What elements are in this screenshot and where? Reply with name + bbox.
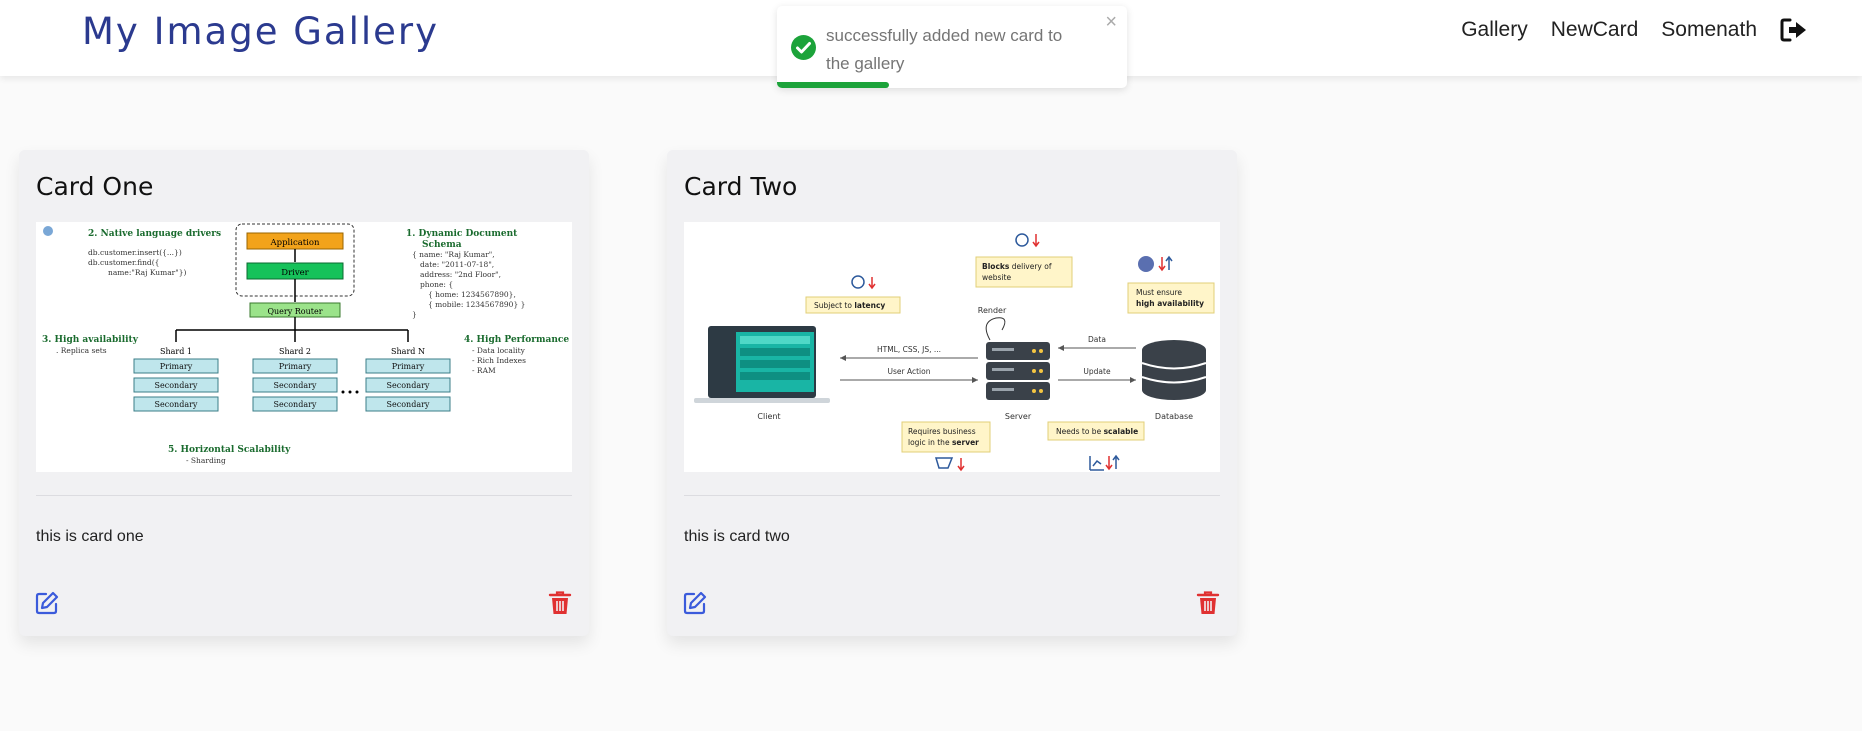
diagram-text: Application	[269, 238, 320, 248]
diagram-text: Secondary	[274, 400, 317, 409]
success-toast: successfully added new card to the galle…	[777, 6, 1127, 88]
diagram-text: Must ensure	[1136, 288, 1182, 297]
diagram-text: Schema	[422, 240, 462, 250]
diagram-text: logic in the	[908, 438, 950, 447]
diagram-text: Needs to be	[1056, 427, 1102, 436]
card-divider	[684, 495, 1220, 496]
diagram-text: HTML, CSS, JS, ...	[877, 345, 941, 354]
diagram-text: . Replica sets	[56, 346, 107, 355]
diagram-text: Secondary	[274, 381, 317, 390]
stopwatch-icon	[1015, 233, 1029, 247]
diagram-text: - Data locality	[472, 346, 526, 355]
card-divider	[36, 495, 572, 496]
diagram-text: Query Router	[267, 307, 322, 316]
arrow-down-icon	[1105, 456, 1113, 471]
diagram-text: Requires business	[908, 427, 976, 436]
diagram-text: Subject to	[814, 301, 852, 310]
card-description: this is card two	[684, 528, 790, 545]
diagram-text: { home: 1234567890},	[428, 290, 516, 299]
diagram-text: 2. Native language drivers	[88, 229, 221, 239]
svg-text:Subject to latency: Subject to latency	[814, 301, 885, 310]
diagram-text: Primary	[160, 362, 193, 371]
card-description: this is card one	[36, 528, 144, 545]
diagram-text: 3. High availability	[42, 335, 139, 345]
nav-user-link[interactable]: Somenath	[1661, 18, 1757, 42]
gallery-card: Card Two Client Render Server Database H…	[667, 150, 1237, 636]
diagram-text: high availability	[1136, 299, 1204, 308]
diagram-text: Client	[757, 412, 780, 421]
chart-icon	[1089, 456, 1104, 471]
brain-icon	[1138, 256, 1154, 272]
diagram-text: 4. High Performance	[464, 335, 569, 345]
arrow-up-icon	[1165, 255, 1173, 270]
diagram-text: db.customer.find({	[88, 258, 159, 267]
diagram-text: Secondary	[387, 381, 430, 390]
card-title: Card Two	[684, 172, 798, 201]
arrow-down-icon	[1158, 257, 1166, 272]
diagram-text: latency	[854, 301, 885, 310]
diagram-text: name:"Raj Kumar"})	[108, 268, 186, 277]
diagram-text: { mobile: 1234567890} }	[428, 300, 525, 309]
diagram-text: date: "2011-07-18",	[420, 260, 494, 269]
diagram-text: User Action	[888, 367, 931, 376]
diagram-text: Shard N	[391, 347, 425, 356]
diagram-text: Data	[1088, 335, 1106, 344]
cart-icon	[934, 457, 954, 469]
toast-close-button[interactable]: ×	[1105, 11, 1117, 34]
logo-icon	[43, 226, 53, 236]
arrow-down-icon	[957, 458, 965, 472]
diagram-text: }	[412, 310, 417, 319]
toast-progress-bar	[777, 82, 889, 88]
card-title: Card One	[36, 172, 154, 201]
svg-text:logic in the server: logic in the server	[908, 438, 979, 447]
toast-message: successfully added new card to the galle…	[826, 26, 1063, 73]
edit-icon[interactable]	[682, 590, 710, 618]
diagram-text: Update	[1083, 367, 1111, 376]
arrow-down-icon	[1032, 234, 1040, 248]
diagram-text: Server	[1005, 412, 1032, 421]
diagram-text: Database	[1155, 412, 1193, 421]
diagram-text: 1. Dynamic Document	[406, 229, 518, 239]
diagram-text: { name: "Raj Kumar",	[412, 250, 495, 259]
diagram-text: server	[952, 438, 979, 447]
gallery-card: Card One 2. Native language drivers 1. D…	[19, 150, 589, 636]
diagram-text: Driver	[281, 268, 309, 278]
diagram-text: Primary	[279, 362, 312, 371]
app-title[interactable]: My Image Gallery	[82, 10, 439, 53]
diagram-text: phone: {	[420, 280, 453, 289]
logout-icon[interactable]	[1780, 16, 1810, 44]
diagram-text: Shard 2	[279, 347, 311, 356]
card-image[interactable]: 2. Native language drivers 1. Dynamic Do…	[36, 222, 572, 472]
diagram-text: delivery of	[1012, 262, 1052, 271]
card-image[interactable]: Client Render Server Database HTML, CSS,…	[684, 222, 1220, 472]
edit-icon[interactable]	[34, 590, 62, 618]
nav-links: Gallery NewCard Somenath	[1438, 16, 1810, 44]
svg-text:Needs to be scalable: Needs to be scalable	[1056, 427, 1138, 436]
diagram-text: Secondary	[155, 381, 198, 390]
diagram-text: website	[982, 273, 1011, 282]
check-circle-icon	[790, 34, 817, 61]
diagram-text: - Rich Indexes	[472, 356, 526, 365]
diagram-text: - RAM	[472, 366, 496, 375]
diagram-text: address: "2nd Floor",	[420, 270, 501, 279]
arrow-down-icon	[868, 277, 876, 290]
diagram-text: scalable	[1104, 427, 1139, 436]
diagram-text: Secondary	[155, 400, 198, 409]
trash-icon[interactable]	[1196, 590, 1224, 618]
diagram-text: Primary	[392, 362, 425, 371]
diagram-text: Render	[978, 306, 1007, 315]
arrow-up-icon	[1112, 454, 1120, 469]
diagram-text: db.customer.insert({...})	[88, 248, 182, 257]
diagram-text: Blocks	[982, 262, 1010, 271]
diagram-text: 5. Horizontal Scalability	[168, 445, 291, 455]
nav-gallery-link[interactable]: Gallery	[1461, 18, 1528, 42]
nav-new-card-link[interactable]: NewCard	[1551, 18, 1639, 42]
trash-icon[interactable]	[548, 590, 576, 618]
stopwatch-icon	[851, 275, 865, 289]
diagram-text: - Sharding	[186, 456, 226, 465]
svg-text:Blocks delivery of: Blocks delivery of	[982, 262, 1052, 271]
diagram-text: Shard 1	[160, 347, 192, 356]
diagram-text: Secondary	[387, 400, 430, 409]
